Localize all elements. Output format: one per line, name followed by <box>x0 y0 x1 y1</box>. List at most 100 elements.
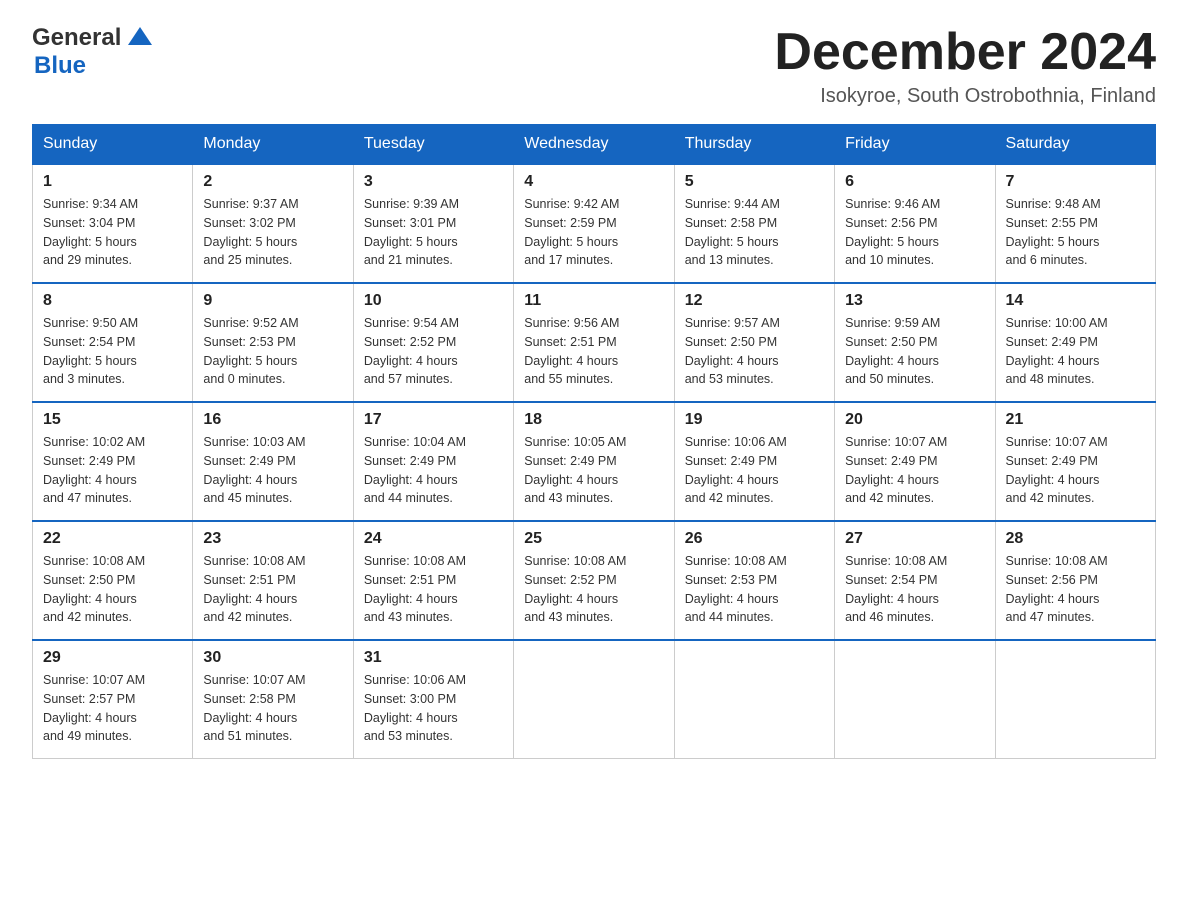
day-info: Sunrise: 10:08 AMSunset: 2:52 PMDaylight… <box>524 552 663 627</box>
calendar-day-cell: 6 Sunrise: 9:46 AMSunset: 2:56 PMDayligh… <box>835 164 995 283</box>
logo-general-text: General <box>32 24 121 52</box>
calendar-day-cell: 13 Sunrise: 9:59 AMSunset: 2:50 PMDaylig… <box>835 283 995 402</box>
day-number: 31 <box>364 649 503 667</box>
calendar-day-header: Monday <box>193 125 353 165</box>
calendar-day-header: Tuesday <box>353 125 513 165</box>
calendar-day-cell: 31 Sunrise: 10:06 AMSunset: 3:00 PMDayli… <box>353 640 513 759</box>
day-number: 25 <box>524 530 663 548</box>
day-info: Sunrise: 9:52 AMSunset: 2:53 PMDaylight:… <box>203 314 342 389</box>
calendar-header-row: SundayMondayTuesdayWednesdayThursdayFrid… <box>33 125 1156 165</box>
calendar-day-cell: 18 Sunrise: 10:05 AMSunset: 2:49 PMDayli… <box>514 402 674 521</box>
day-number: 9 <box>203 292 342 310</box>
day-info: Sunrise: 10:07 AMSunset: 2:57 PMDaylight… <box>43 671 182 746</box>
calendar-day-cell: 28 Sunrise: 10:08 AMSunset: 2:56 PMDayli… <box>995 521 1155 640</box>
day-info: Sunrise: 10:07 AMSunset: 2:58 PMDaylight… <box>203 671 342 746</box>
day-number: 23 <box>203 530 342 548</box>
month-title: December 2024 <box>774 24 1156 81</box>
title-area: December 2024 Isokyroe, South Ostrobothn… <box>774 24 1156 108</box>
day-info: Sunrise: 10:07 AMSunset: 2:49 PMDaylight… <box>845 433 984 508</box>
day-info: Sunrise: 10:06 AMSunset: 2:49 PMDaylight… <box>685 433 824 508</box>
calendar-day-cell: 27 Sunrise: 10:08 AMSunset: 2:54 PMDayli… <box>835 521 995 640</box>
calendar-day-cell: 1 Sunrise: 9:34 AMSunset: 3:04 PMDayligh… <box>33 164 193 283</box>
calendar-day-cell: 16 Sunrise: 10:03 AMSunset: 2:49 PMDayli… <box>193 402 353 521</box>
day-number: 22 <box>43 530 182 548</box>
day-number: 24 <box>364 530 503 548</box>
day-number: 29 <box>43 649 182 667</box>
calendar-day-cell <box>995 640 1155 759</box>
day-info: Sunrise: 10:00 AMSunset: 2:49 PMDaylight… <box>1006 314 1145 389</box>
calendar-day-cell: 23 Sunrise: 10:08 AMSunset: 2:51 PMDayli… <box>193 521 353 640</box>
day-info: Sunrise: 10:08 AMSunset: 2:50 PMDaylight… <box>43 552 182 627</box>
calendar-table: SundayMondayTuesdayWednesdayThursdayFrid… <box>32 124 1156 759</box>
calendar-day-cell: 30 Sunrise: 10:07 AMSunset: 2:58 PMDayli… <box>193 640 353 759</box>
day-number: 28 <box>1006 530 1145 548</box>
day-info: Sunrise: 10:05 AMSunset: 2:49 PMDaylight… <box>524 433 663 508</box>
day-number: 20 <box>845 411 984 429</box>
calendar-day-cell: 21 Sunrise: 10:07 AMSunset: 2:49 PMDayli… <box>995 402 1155 521</box>
calendar-day-cell: 17 Sunrise: 10:04 AMSunset: 2:49 PMDayli… <box>353 402 513 521</box>
day-number: 10 <box>364 292 503 310</box>
logo-icon <box>124 23 156 51</box>
calendar-day-cell: 8 Sunrise: 9:50 AMSunset: 2:54 PMDayligh… <box>33 283 193 402</box>
calendar-week-row: 8 Sunrise: 9:50 AMSunset: 2:54 PMDayligh… <box>33 283 1156 402</box>
day-info: Sunrise: 10:08 AMSunset: 2:51 PMDaylight… <box>364 552 503 627</box>
day-number: 26 <box>685 530 824 548</box>
calendar-day-cell <box>514 640 674 759</box>
calendar-day-header: Thursday <box>674 125 834 165</box>
day-number: 21 <box>1006 411 1145 429</box>
day-number: 12 <box>685 292 824 310</box>
calendar-day-cell: 12 Sunrise: 9:57 AMSunset: 2:50 PMDaylig… <box>674 283 834 402</box>
day-info: Sunrise: 10:04 AMSunset: 2:49 PMDaylight… <box>364 433 503 508</box>
day-number: 3 <box>364 173 503 191</box>
calendar-week-row: 1 Sunrise: 9:34 AMSunset: 3:04 PMDayligh… <box>33 164 1156 283</box>
day-info: Sunrise: 10:03 AMSunset: 2:49 PMDaylight… <box>203 433 342 508</box>
day-info: Sunrise: 9:34 AMSunset: 3:04 PMDaylight:… <box>43 195 182 270</box>
calendar-day-cell: 20 Sunrise: 10:07 AMSunset: 2:49 PMDayli… <box>835 402 995 521</box>
calendar-day-cell: 3 Sunrise: 9:39 AMSunset: 3:01 PMDayligh… <box>353 164 513 283</box>
calendar-day-cell <box>835 640 995 759</box>
day-number: 11 <box>524 292 663 310</box>
day-info: Sunrise: 9:50 AMSunset: 2:54 PMDaylight:… <box>43 314 182 389</box>
calendar-day-cell: 7 Sunrise: 9:48 AMSunset: 2:55 PMDayligh… <box>995 164 1155 283</box>
day-number: 15 <box>43 411 182 429</box>
day-number: 17 <box>364 411 503 429</box>
calendar-day-header: Wednesday <box>514 125 674 165</box>
day-number: 1 <box>43 173 182 191</box>
calendar-day-header: Saturday <box>995 125 1155 165</box>
day-number: 16 <box>203 411 342 429</box>
logo: General Blue <box>32 24 156 80</box>
day-number: 4 <box>524 173 663 191</box>
day-info: Sunrise: 9:57 AMSunset: 2:50 PMDaylight:… <box>685 314 824 389</box>
calendar-day-cell: 26 Sunrise: 10:08 AMSunset: 2:53 PMDayli… <box>674 521 834 640</box>
day-info: Sunrise: 9:42 AMSunset: 2:59 PMDaylight:… <box>524 195 663 270</box>
day-number: 27 <box>845 530 984 548</box>
calendar-day-cell: 25 Sunrise: 10:08 AMSunset: 2:52 PMDayli… <box>514 521 674 640</box>
calendar-week-row: 15 Sunrise: 10:02 AMSunset: 2:49 PMDayli… <box>33 402 1156 521</box>
calendar-day-cell: 2 Sunrise: 9:37 AMSunset: 3:02 PMDayligh… <box>193 164 353 283</box>
location-subtitle: Isokyroe, South Ostrobothnia, Finland <box>774 85 1156 108</box>
calendar-day-cell: 24 Sunrise: 10:08 AMSunset: 2:51 PMDayli… <box>353 521 513 640</box>
day-number: 19 <box>685 411 824 429</box>
calendar-day-cell: 14 Sunrise: 10:00 AMSunset: 2:49 PMDayli… <box>995 283 1155 402</box>
calendar-day-cell: 22 Sunrise: 10:08 AMSunset: 2:50 PMDayli… <box>33 521 193 640</box>
day-info: Sunrise: 10:08 AMSunset: 2:51 PMDaylight… <box>203 552 342 627</box>
calendar-day-cell: 11 Sunrise: 9:56 AMSunset: 2:51 PMDaylig… <box>514 283 674 402</box>
day-number: 14 <box>1006 292 1145 310</box>
calendar-week-row: 22 Sunrise: 10:08 AMSunset: 2:50 PMDayli… <box>33 521 1156 640</box>
day-number: 8 <box>43 292 182 310</box>
logo-blue-text: Blue <box>34 52 86 79</box>
day-info: Sunrise: 10:08 AMSunset: 2:54 PMDaylight… <box>845 552 984 627</box>
day-number: 2 <box>203 173 342 191</box>
day-info: Sunrise: 9:54 AMSunset: 2:52 PMDaylight:… <box>364 314 503 389</box>
day-info: Sunrise: 9:44 AMSunset: 2:58 PMDaylight:… <box>685 195 824 270</box>
day-number: 18 <box>524 411 663 429</box>
day-number: 7 <box>1006 173 1145 191</box>
day-info: Sunrise: 9:48 AMSunset: 2:55 PMDaylight:… <box>1006 195 1145 270</box>
day-info: Sunrise: 9:46 AMSunset: 2:56 PMDaylight:… <box>845 195 984 270</box>
calendar-day-cell: 19 Sunrise: 10:06 AMSunset: 2:49 PMDayli… <box>674 402 834 521</box>
day-info: Sunrise: 10:08 AMSunset: 2:56 PMDaylight… <box>1006 552 1145 627</box>
day-number: 30 <box>203 649 342 667</box>
calendar-day-cell: 10 Sunrise: 9:54 AMSunset: 2:52 PMDaylig… <box>353 283 513 402</box>
calendar-day-cell: 9 Sunrise: 9:52 AMSunset: 2:53 PMDayligh… <box>193 283 353 402</box>
calendar-day-cell: 15 Sunrise: 10:02 AMSunset: 2:49 PMDayli… <box>33 402 193 521</box>
